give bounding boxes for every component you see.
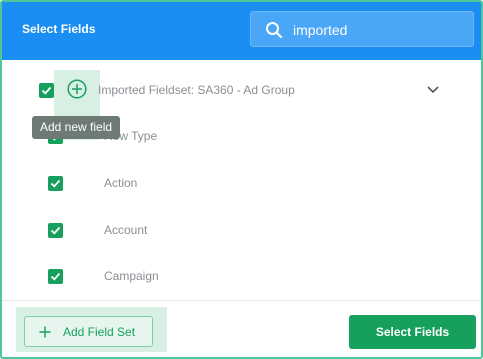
fieldset-checkbox[interactable] xyxy=(39,83,54,98)
field-checkbox[interactable] xyxy=(48,176,63,191)
fieldset-row[interactable]: Imported Fieldset: SA360 - Ad Group xyxy=(2,75,481,105)
field-list: Imported Fieldset: SA360 - Ad Group Row … xyxy=(2,60,481,300)
field-label: Action xyxy=(104,176,138,190)
add-field-tooltip: Add new field xyxy=(32,116,121,139)
checkmark-icon xyxy=(50,226,61,235)
field-label: Campaign xyxy=(104,269,159,283)
select-fields-button[interactable]: Select Fields xyxy=(349,315,476,349)
search-icon xyxy=(266,22,283,39)
dialog-title: Select Fields xyxy=(22,22,96,36)
field-row[interactable]: Account xyxy=(2,216,481,246)
fieldset-label: Imported Fieldset: SA360 - Ad Group xyxy=(98,83,295,97)
field-row[interactable]: Action xyxy=(2,169,481,199)
search-box[interactable] xyxy=(250,11,474,47)
plus-circle-icon[interactable] xyxy=(67,79,87,99)
field-label: Account xyxy=(104,223,148,237)
chevron-down-icon[interactable] xyxy=(426,85,440,95)
field-checkbox[interactable] xyxy=(48,223,63,238)
field-row[interactable]: Campaign xyxy=(2,262,481,292)
plus-icon xyxy=(39,326,51,338)
checkmark-icon xyxy=(50,179,61,188)
search-input[interactable] xyxy=(293,20,463,40)
select-fields-label: Select Fields xyxy=(375,325,450,339)
add-field-set-label: Add Field Set xyxy=(63,325,136,339)
add-field-set-button[interactable]: Add Field Set xyxy=(24,316,153,347)
dialog-header: Select Fields xyxy=(2,2,481,60)
dialog-footer: Add Field Set Select Fields xyxy=(2,300,481,357)
select-fields-dialog: Select Fields Imported Fieldset: SA360 -… xyxy=(0,0,483,359)
field-checkbox[interactable] xyxy=(48,269,63,284)
checkmark-icon xyxy=(41,86,52,95)
checkmark-icon xyxy=(50,272,61,281)
